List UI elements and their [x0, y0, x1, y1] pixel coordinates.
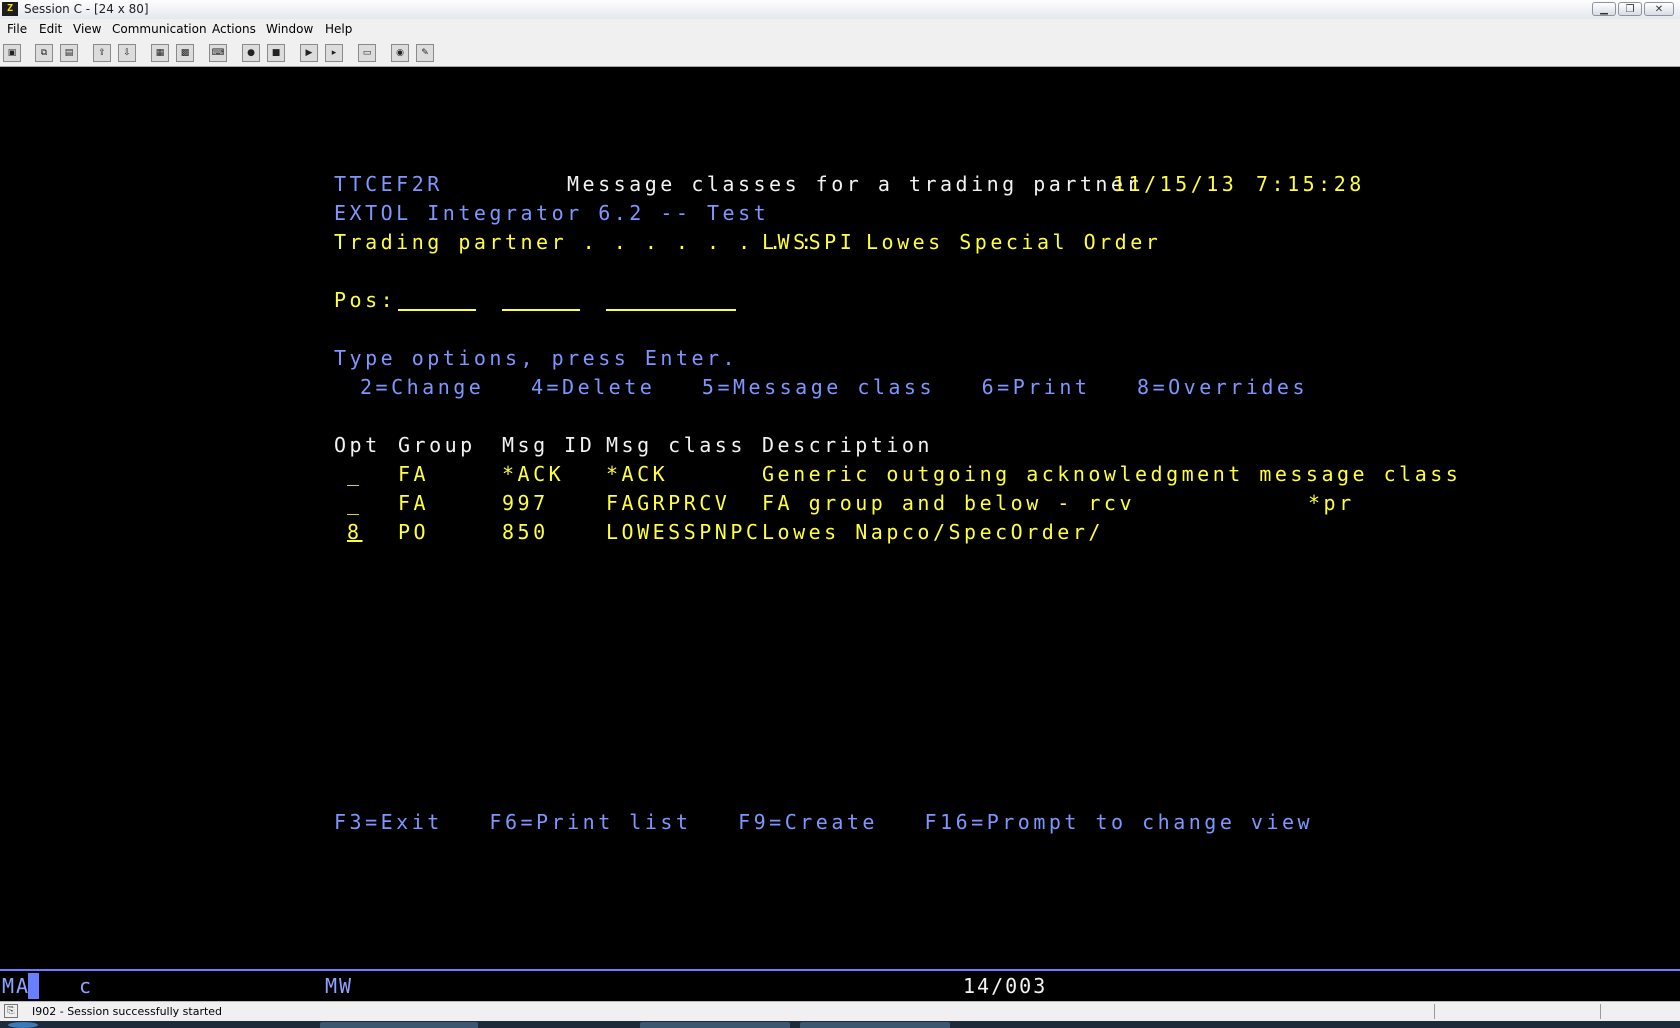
row-description: Generic outgoing acknowledgment message … — [762, 462, 1462, 486]
row-option-input[interactable]: _ — [347, 490, 363, 516]
receive-file-icon[interactable]: ⇩ — [118, 44, 136, 62]
row-msgclass: FAGRPRCV — [606, 491, 731, 515]
row-description: FA group and below - rcv — [762, 491, 1135, 515]
menu-window[interactable]: Window — [266, 22, 313, 37]
taskbar-item[interactable] — [320, 1022, 478, 1028]
oia-session: c — [79, 974, 94, 998]
column-description: Description — [762, 433, 933, 457]
status-bar: ⎘ I902 - Session successfully started — [0, 1001, 1680, 1021]
screen-title: Message classes for a trading partner — [567, 172, 1143, 196]
print-screen-icon[interactable]: ▣ — [3, 44, 21, 62]
row-msgclass: *ACK — [606, 462, 669, 486]
status-divider — [1434, 1004, 1435, 1019]
status-divider — [1600, 1004, 1601, 1019]
menu-help[interactable]: Help — [325, 22, 352, 37]
row-option-input[interactable]: 8 — [347, 519, 363, 545]
color-map-icon[interactable]: ▩ — [176, 44, 194, 62]
row-option-input[interactable]: _ — [347, 461, 363, 487]
column-msgid: Msg ID — [502, 433, 596, 457]
macro-stop-icon[interactable]: ■ — [267, 44, 285, 62]
pos-field-msgid[interactable] — [502, 309, 580, 311]
menu-actions[interactable]: Actions — [212, 22, 256, 37]
option-legend: 2=Change 4=Delete 5=Message class 6=Prin… — [360, 375, 1309, 399]
row-group: FA — [398, 491, 430, 515]
macro-icon[interactable]: ▸ — [325, 44, 343, 62]
menu-communication[interactable]: Communication — [112, 22, 207, 37]
pos-label: Pos: — [334, 288, 397, 312]
help-tag-icon[interactable]: ✎ — [416, 44, 434, 62]
keyboard-map-icon[interactable]: ⌨ — [209, 44, 227, 62]
display-icon[interactable]: ▦ — [151, 44, 169, 62]
instructions: Type options, press Enter. — [334, 346, 739, 370]
oia-mode: MA — [2, 974, 31, 998]
program-name: TTCEF2R — [334, 172, 443, 196]
minimize-button[interactable]: ▁ — [1592, 2, 1616, 16]
pos-field-msgclass[interactable] — [606, 309, 736, 311]
partner-code: LWSSPI — [762, 230, 856, 254]
row-flag: *pr — [1308, 491, 1355, 515]
product-subtitle: EXTOL Integrator 6.2 -- Test — [334, 201, 770, 225]
macro-play-icon[interactable]: ▶ — [300, 44, 318, 62]
row-msgid: *ACK — [502, 462, 565, 486]
macro-record-icon[interactable]: ● — [242, 44, 260, 62]
status-message: I902 - Session successfully started — [32, 1005, 223, 1018]
row-description: Lowes Napco/SpecOrder/ — [762, 520, 1104, 544]
title-bar: Z Session C - [24 x 80] ▁ ❐ ✕ — [0, 0, 1680, 20]
paste-icon[interactable]: ▤ — [60, 44, 78, 62]
column-group: Group — [398, 433, 476, 457]
menu-edit[interactable]: Edit — [39, 22, 62, 37]
terminal-screen[interactable]: TTCEF2R Message classes for a trading pa… — [0, 67, 1680, 970]
screen-time: 7:15:28 — [1256, 172, 1365, 196]
pos-field-group[interactable] — [398, 309, 476, 311]
taskbar — [0, 1021, 1680, 1028]
screen-date: 11/15/13 — [1113, 172, 1238, 196]
globe-icon[interactable]: ◉ — [391, 44, 409, 62]
start-button[interactable] — [8, 1022, 38, 1028]
partner-name: Lowes Special Order — [866, 230, 1162, 254]
close-button[interactable]: ✕ — [1644, 2, 1674, 16]
column-msgclass: Msg class — [606, 433, 746, 457]
maximize-button[interactable]: ❐ — [1618, 2, 1642, 16]
menu-file[interactable]: File — [7, 22, 27, 37]
operator-info-area: MA c MW 14/003 — [0, 971, 1680, 1001]
function-keys: F3=Exit F6=Print list F9=Create F16=Prom… — [334, 810, 1314, 834]
menu-view[interactable]: View — [73, 22, 101, 37]
menu-bar: File Edit View Communication Actions Win… — [0, 19, 1680, 40]
taskbar-item[interactable] — [640, 1022, 790, 1028]
cursor-position: 14/003 — [963, 974, 1048, 998]
partner-label: Trading partner . . . . . . . : — [334, 230, 816, 254]
row-msgid: 997 — [502, 491, 549, 515]
column-opt: Opt — [334, 433, 381, 457]
row-msgid: 850 — [502, 520, 549, 544]
oia-mw: MW — [325, 974, 354, 998]
toolbar: ▣ ⧉ ▤ ⇪ ⇩ ▦ ▩ ⌨ ● ■ ▶ ▸ ▭ ◉ ✎ — [0, 40, 1680, 67]
send-file-icon[interactable]: ⇪ — [93, 44, 111, 62]
row-msgclass: LOWESSPNPC — [606, 520, 762, 544]
copy-icon[interactable]: ⧉ — [35, 44, 53, 62]
window-title: Session C - [24 x 80] — [24, 2, 149, 16]
clipboard-icon[interactable]: ▭ — [358, 44, 376, 62]
app-icon[interactable]: Z — [2, 2, 18, 16]
session-icon: ⎘ — [4, 1004, 18, 1018]
taskbar-item[interactable] — [800, 1022, 950, 1028]
row-group: FA — [398, 462, 430, 486]
row-group: PO — [398, 520, 430, 544]
